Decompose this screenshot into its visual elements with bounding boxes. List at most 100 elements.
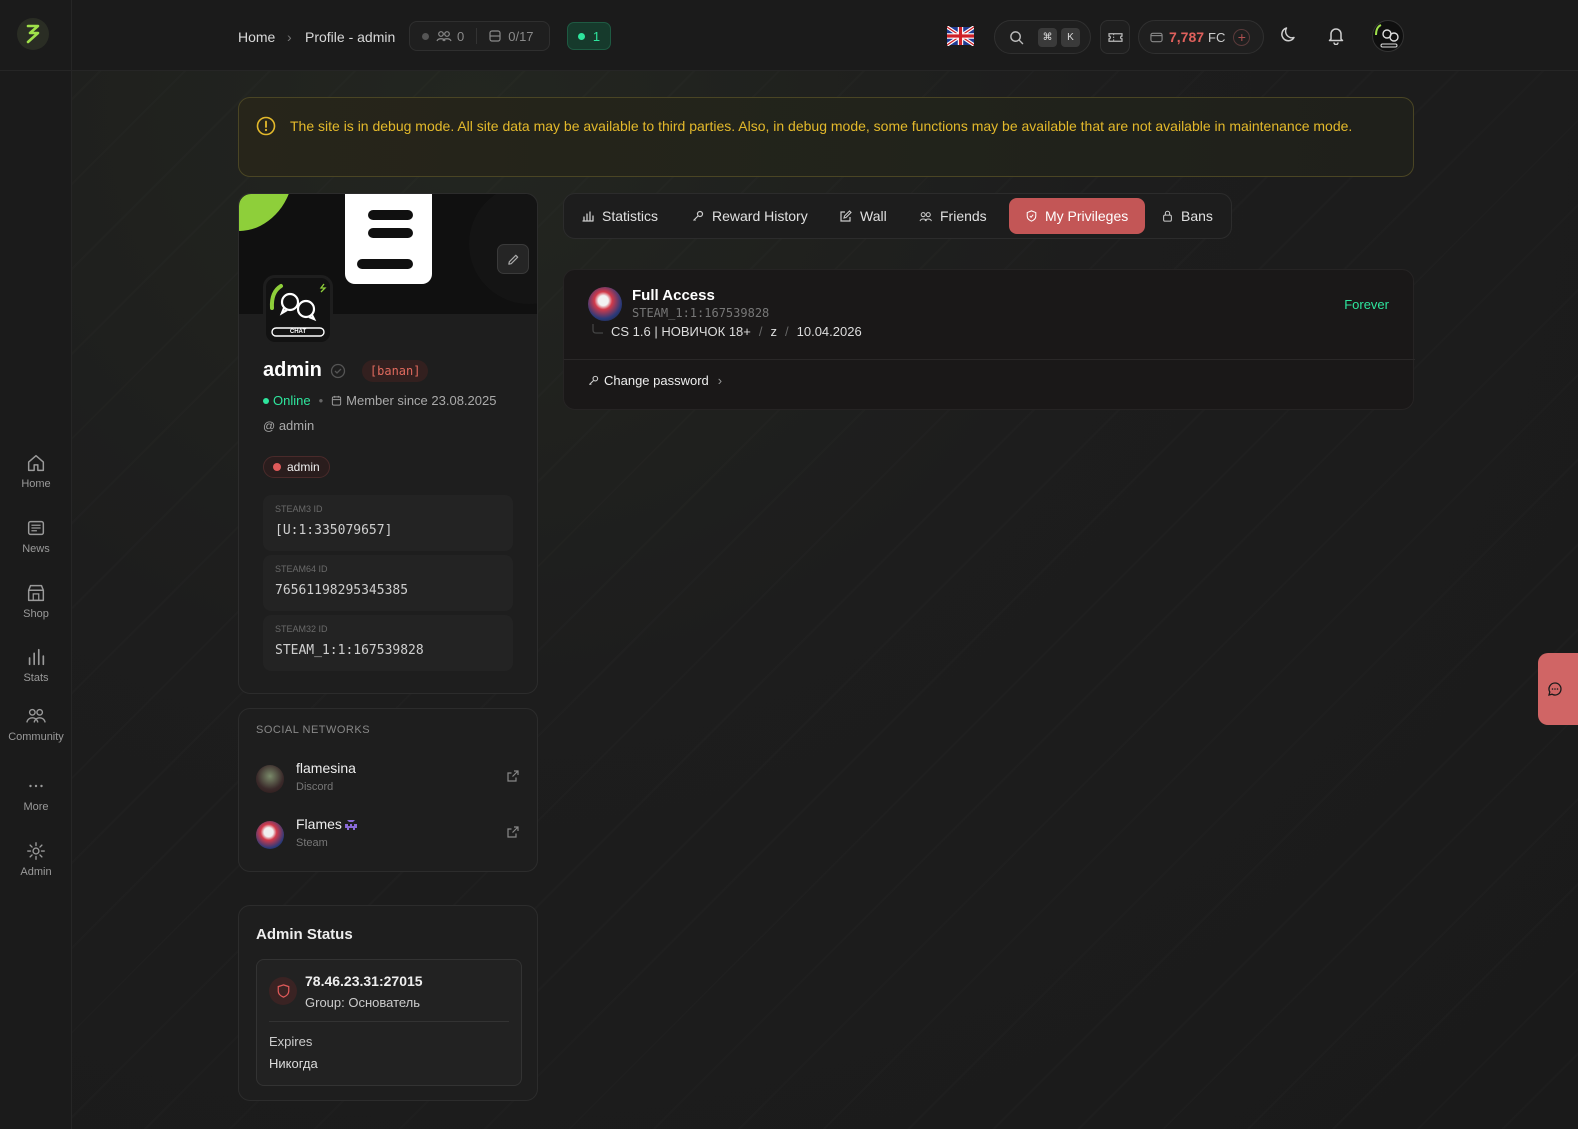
nav-item-home[interactable]: Home (0, 452, 72, 491)
tab-label: Friends (940, 208, 987, 224)
id-label: STEAM32 ID (275, 624, 328, 634)
pencil-icon (507, 254, 518, 265)
profile-tabs: Statistics Reward History Wall Friends M… (563, 193, 1232, 239)
social-name: flamesina (296, 760, 356, 776)
steam32-id-block: STEAM32 ID STEAM_1:1:167539828 (263, 615, 513, 671)
privilege-card: Full Access STEAM_1:1:167539828 Forever … (563, 269, 1415, 410)
nav-label: Admin (20, 866, 52, 878)
id-label: STEAM64 ID (275, 564, 328, 574)
wallet-icon (1150, 32, 1163, 43)
social-platform: Discord (296, 781, 334, 793)
cover-logo (345, 194, 432, 284)
change-password-link[interactable]: Change password › (588, 373, 722, 388)
privilege-steam-id: STEAM_1:1:167539828 (632, 306, 770, 320)
profile-name: admin (263, 359, 322, 381)
role-badge: admin (263, 456, 330, 478)
wallet-button[interactable]: 7,787 FC + (1138, 20, 1264, 54)
social-platform: Steam (296, 837, 328, 849)
debug-mode-banner: The site is in debug mode. All site data… (238, 97, 1414, 177)
at-icon: @ (263, 419, 276, 433)
separator: / (758, 324, 763, 339)
nav-item-news[interactable]: News (0, 517, 72, 556)
privilege-title: Full Access (632, 287, 715, 304)
add-funds-icon[interactable]: + (1233, 28, 1251, 46)
admin-status-card: Admin Status 78.46.23.31:27015 Group: Ос… (238, 905, 538, 1101)
shop-icon (27, 584, 45, 602)
breadcrumb-home[interactable]: Home (238, 29, 275, 45)
tab-label: My Privileges (1045, 208, 1129, 224)
search-button[interactable]: ⌘ K (994, 20, 1091, 54)
expires-value: Никогда (269, 1056, 318, 1071)
nav-item-community[interactable]: Community (0, 705, 72, 744)
moon-icon[interactable] (1279, 25, 1299, 50)
nav-item-more[interactable]: More (0, 775, 72, 814)
users-icon (436, 31, 452, 42)
nav-label: Shop (23, 608, 49, 620)
role-label: admin (287, 460, 320, 474)
separator: / (785, 324, 789, 339)
kbd-k: K (1061, 27, 1080, 47)
edit-cover-button[interactable] (497, 244, 529, 274)
top-bar: Home › Profile - admin 0 0/17 1 ⌘ K 7,78… (72, 0, 1578, 71)
chat-bubble-icon (1548, 682, 1562, 696)
news-icon (27, 520, 45, 536)
expires-label: Expires (269, 1034, 313, 1049)
tab-statistics[interactable]: Statistics (565, 198, 675, 234)
id-value[interactable]: STEAM_1:1:167539828 (275, 643, 424, 658)
flag-uk-icon[interactable] (946, 25, 975, 47)
user-avatar[interactable] (1372, 20, 1404, 52)
id-label: STEAM3 ID (275, 504, 323, 514)
users-icon (919, 211, 932, 221)
tab-label: Bans (1181, 208, 1213, 224)
social-item-steam[interactable]: Flames Steam (256, 815, 522, 855)
external-link-icon[interactable] (506, 825, 520, 839)
change-password-label: Change password (604, 373, 709, 388)
server-icon (489, 30, 501, 42)
online-count: 0 (457, 28, 465, 44)
tab-friends[interactable]: Friends (902, 198, 1004, 234)
search-icon (1010, 30, 1024, 44)
id-value[interactable]: [U:1:335079657] (275, 523, 392, 538)
admin-server: 78.46.23.31:27015 (305, 973, 423, 989)
chat-widget-button[interactable] (1538, 653, 1578, 725)
tab-label: Wall (860, 208, 887, 224)
app-logo[interactable] (17, 18, 49, 50)
gear-icon (27, 842, 45, 860)
nav-item-admin[interactable]: Admin (0, 840, 72, 879)
social-item-discord[interactable]: flamesina Discord (256, 759, 522, 799)
verified-icon (330, 363, 346, 378)
nav-label: Home (21, 478, 51, 490)
tab-wall[interactable]: Wall (823, 198, 904, 234)
sidebar: Home News Shop Stats Community More Admi… (0, 0, 72, 1129)
external-link-icon[interactable] (506, 769, 520, 783)
wallet-currency: FC (1208, 29, 1226, 45)
tab-reward-history[interactable]: Reward History (675, 198, 825, 234)
admin-status-title: Admin Status (256, 926, 353, 943)
wallet-amount: 7,787 (1169, 29, 1205, 45)
bar-chart-icon (582, 211, 594, 222)
nav-item-shop[interactable]: Shop (0, 582, 72, 621)
bell-icon[interactable] (1326, 25, 1346, 50)
game-invader-icon (345, 820, 357, 830)
servers-online-badge[interactable]: 1 (567, 22, 611, 50)
tree-branch-icon (592, 324, 603, 334)
discord-avatar (256, 765, 284, 793)
nav-label: News (22, 543, 50, 555)
community-icon (26, 708, 46, 723)
alert-icon (256, 116, 276, 136)
profile-avatar: CHAT (263, 275, 333, 345)
tab-label: Statistics (602, 208, 659, 224)
ticket-icon (1107, 32, 1123, 42)
tab-bans[interactable]: Bans (1145, 198, 1230, 234)
profile-card: CHAT admin [banan] Online • Member since… (238, 193, 538, 694)
steam3-id-block: STEAM3 ID [U:1:335079657] (263, 495, 513, 551)
privilege-date: 10.04.2026 (796, 324, 862, 339)
nav-label: Community (8, 731, 64, 743)
lock-icon (1163, 210, 1172, 222)
tab-my-privileges[interactable]: My Privileges (1009, 198, 1146, 234)
online-status: Online (273, 393, 311, 408)
nav-item-stats[interactable]: Stats (0, 646, 72, 685)
profile-tag: [banan] (361, 359, 429, 382)
ticket-button[interactable] (1100, 20, 1130, 54)
id-value[interactable]: 76561198295345385 (275, 583, 408, 598)
